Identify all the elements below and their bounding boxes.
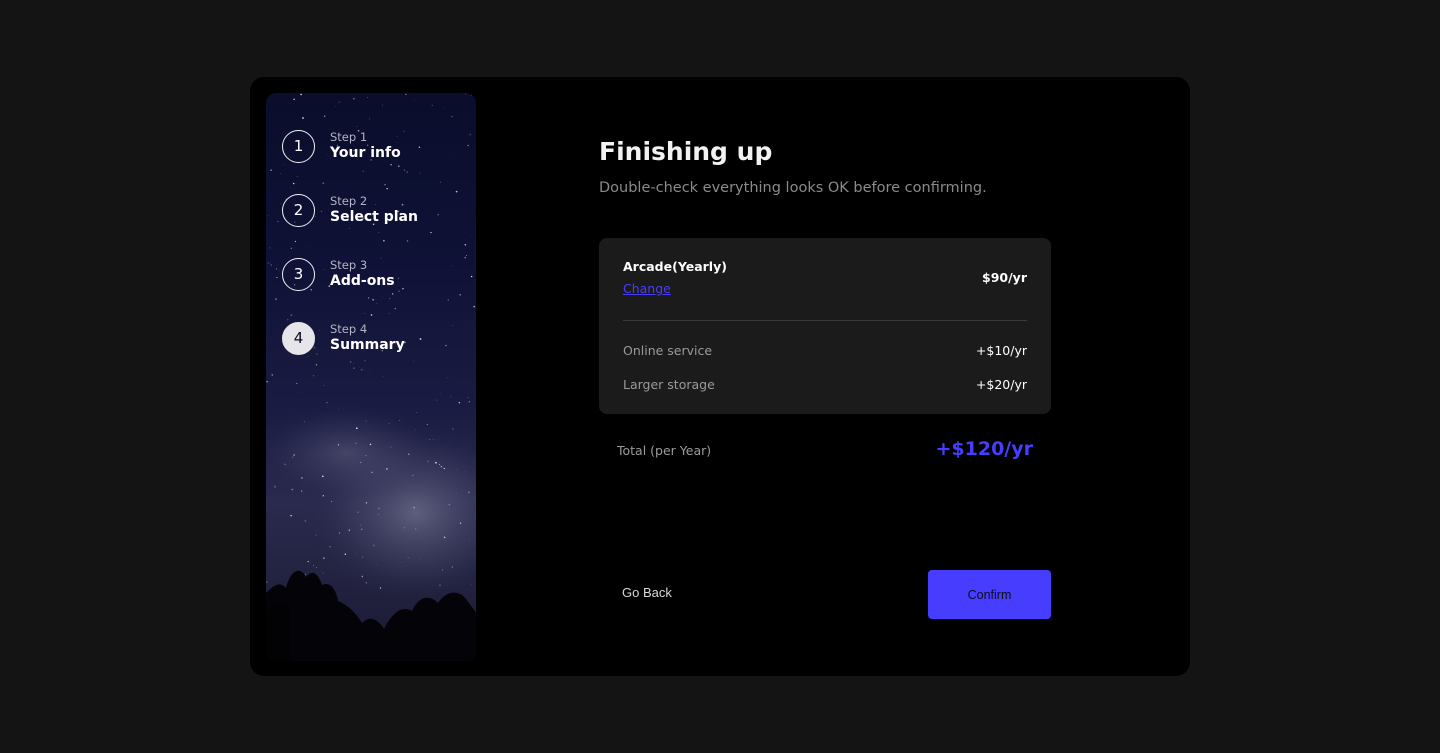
step-label: Step 4 [330, 322, 368, 336]
page-subtitle: Double-check everything looks OK before … [599, 180, 987, 196]
step-label: Step 1 [330, 130, 368, 144]
step-4[interactable]: 4 Step 4 Summary [282, 322, 472, 356]
step-2[interactable]: 2 Step 2 Select plan [282, 194, 472, 228]
plan-price: $90/yr [982, 270, 1027, 285]
step-1[interactable]: 1 Step 1 Your info [282, 130, 472, 164]
steps-sidebar: 1 Step 1 Your info 2 Step 2 Select plan … [266, 93, 476, 661]
step-3[interactable]: 3 Step 3 Add-ons [282, 258, 472, 292]
divider [623, 320, 1027, 321]
step-number: 3 [282, 258, 315, 291]
form-card: 1 Step 1 Your info 2 Step 2 Select plan … [250, 77, 1190, 676]
confirm-button[interactable]: Confirm [928, 570, 1051, 619]
total-price: +$120/yr [935, 438, 1034, 460]
step-label: Step 2 [330, 194, 368, 208]
addon-row: Larger storage +$20/yr [623, 377, 1027, 395]
plan-name: Arcade(Yearly) [623, 259, 727, 274]
step-label: Step 3 [330, 258, 368, 272]
step-title: Select plan [330, 209, 418, 225]
night-sky-illustration [266, 93, 476, 661]
addon-name: Larger storage [623, 377, 715, 392]
addon-price: +$20/yr [975, 377, 1027, 392]
addon-name: Online service [623, 343, 713, 358]
step-number: 1 [282, 130, 315, 163]
go-back-button[interactable]: Go Back [622, 585, 672, 600]
step-number: 2 [282, 194, 315, 227]
step-title: Summary [330, 337, 405, 353]
change-plan-link[interactable]: Change [623, 281, 671, 296]
step-number: 4 [282, 322, 315, 355]
step-title: Your info [330, 145, 401, 161]
addon-row: Online service +$10/yr [623, 343, 1027, 361]
summary-panel: Arcade(Yearly) Change $90/yr Online serv… [599, 238, 1051, 414]
step-title: Add-ons [330, 273, 395, 289]
page-title: Finishing up [599, 137, 773, 166]
addon-price: +$10/yr [975, 343, 1027, 358]
total-label: Total (per Year) [617, 443, 712, 458]
